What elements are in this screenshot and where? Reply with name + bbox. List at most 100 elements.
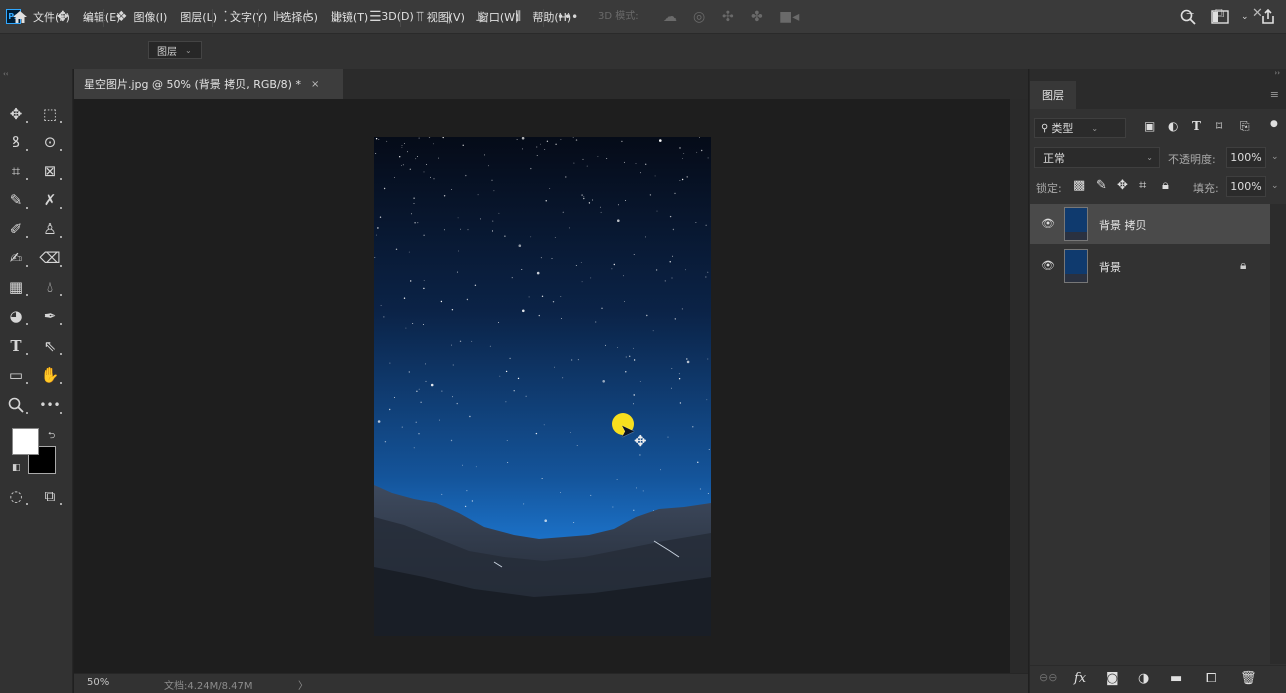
fill-field[interactable]: 100% — [1226, 176, 1266, 197]
align-hcenter-icon[interactable]: ⫩ — [303, 8, 311, 26]
auto-select-dropdown[interactable]: 图层 ⌄ — [148, 41, 202, 59]
panel-menu-icon[interactable]: ≡ — [1270, 88, 1279, 101]
quick-selection-icon[interactable]: ⊙ — [38, 131, 62, 153]
eyedropper-icon[interactable]: ✎ — [4, 189, 28, 211]
filter-toggle-icon[interactable]: ● — [1270, 119, 1278, 129]
star — [560, 139, 562, 141]
menu-type[interactable]: 文字(Y) — [230, 9, 267, 25]
filter-type-icon[interactable]: T — [1192, 119, 1201, 133]
search-icon[interactable] — [1180, 8, 1196, 26]
crop-icon[interactable]: ⌗ — [4, 160, 28, 182]
starry-sky-image[interactable] — [374, 137, 711, 636]
swap-colors-icon[interactable]: ⮌ — [48, 428, 55, 444]
menu-select[interactable]: 选择(S) — [280, 9, 318, 25]
layer-row[interactable]: 👁︎ 背景 🔒︎ — [1030, 246, 1270, 286]
close-tab-icon[interactable]: × — [311, 79, 319, 90]
gradient-icon[interactable]: ▦ — [4, 276, 28, 298]
foreground-color-swatch[interactable] — [12, 428, 39, 455]
chevron-down-icon[interactable]: ⌄ — [1271, 181, 1279, 191]
document-tab[interactable]: 星空图片.jpg @ 50% (背景 拷贝, RGB/8) * × — [74, 69, 343, 99]
auto-select-icon[interactable]: ❖ — [115, 8, 128, 26]
star — [389, 362, 391, 364]
distribute-vertical-icon[interactable]: ⦀ — [515, 8, 521, 26]
star — [415, 421, 417, 423]
add-mask-icon[interactable]: ◙ — [1106, 671, 1119, 686]
home-icon[interactable] — [12, 8, 28, 26]
zoom-level[interactable]: 50% — [87, 677, 109, 688]
tab-layers[interactable]: 图层 — [1030, 81, 1076, 109]
transform-controls-icon[interactable]: ⸬ — [224, 8, 236, 26]
expand-panel-icon[interactable]: ›› — [1274, 69, 1280, 77]
layer-row[interactable]: 👁︎ 背景 拷贝 — [1030, 204, 1270, 244]
lock-all-icon[interactable]: 🔒︎ — [1162, 178, 1169, 193]
new-layer-icon[interactable]: ⧠ — [1206, 671, 1216, 686]
menu-image[interactable]: 图像(I) — [133, 9, 167, 25]
lock-artboard-icon[interactable]: ⌗ — [1139, 178, 1146, 193]
history-brush-icon[interactable]: ✍ — [4, 247, 28, 269]
workspace-icon[interactable] — [1211, 8, 1229, 26]
distribute-icon[interactable]: ☰ — [369, 8, 382, 26]
align-right-icon[interactable]: ⊪ — [331, 8, 343, 26]
clone-stamp-icon[interactable]: ♙ — [38, 218, 62, 240]
screen-mode-icon[interactable]: ⧉ — [38, 485, 62, 507]
dodge-icon[interactable]: ◕ — [4, 305, 28, 327]
star — [672, 228, 675, 231]
visibility-eye-icon[interactable]: 👁︎ — [1041, 259, 1055, 272]
filter-shape-icon[interactable]: ⌑ — [1216, 119, 1222, 133]
link-layers-icon[interactable]: ⊖⊖ — [1039, 671, 1057, 684]
pen-icon[interactable]: ✒ — [38, 305, 62, 327]
trash-icon[interactable]: 🗑︎ — [1240, 671, 1257, 686]
move-tool-icon[interactable]: ✥ — [57, 8, 69, 26]
status-arrow-icon[interactable]: 〉 — [298, 677, 308, 692]
adjustment-layer-icon[interactable]: ◑ — [1138, 671, 1149, 686]
rectangular-marquee-icon[interactable]: ⬚ — [38, 103, 62, 125]
star — [393, 397, 395, 398]
align-top-icon[interactable]: ⫪ — [416, 8, 424, 26]
zoom-icon[interactable] — [4, 394, 28, 416]
healing-brush-icon[interactable]: ✗ — [38, 189, 62, 211]
share-icon[interactable] — [1260, 8, 1276, 26]
blur-icon[interactable]: 💧︎ — [38, 276, 62, 298]
move-tool-icon[interactable]: ✥ — [4, 103, 28, 125]
visibility-eye-icon[interactable]: 👁︎ — [1041, 217, 1055, 230]
align-vcenter-icon[interactable]: ⫲ — [446, 8, 451, 26]
star — [479, 218, 481, 220]
chevron-down-icon: ⌄ — [1146, 153, 1153, 162]
chevron-down-icon[interactable]: ⌄ — [1271, 152, 1279, 162]
blend-mode-dropdown[interactable]: 正常 ⌄ — [1034, 147, 1160, 168]
quick-mask-icon[interactable]: ◌ — [4, 485, 28, 507]
chevron-down-icon[interactable]: ⌄ — [83, 8, 91, 26]
frame-icon[interactable]: ⊠ — [38, 160, 62, 182]
menu-3d[interactable]: 3D(D) — [381, 10, 414, 23]
type-tool-icon[interactable]: T — [4, 335, 28, 357]
lock-position-icon[interactable]: ✥ — [1117, 178, 1128, 193]
lasso-icon[interactable]: ꝸ — [4, 131, 28, 153]
collapse-icon[interactable]: ‹‹ — [3, 70, 9, 78]
eraser-icon[interactable]: ⌫ — [38, 247, 62, 269]
star — [562, 377, 564, 379]
chevron-down-icon[interactable]: ⌄ — [1241, 8, 1249, 26]
filter-smart-object-icon[interactable]: ⎘ — [1240, 119, 1250, 134]
lock-image-icon[interactable]: ✎ — [1096, 178, 1107, 193]
opacity-field[interactable]: 100% — [1226, 147, 1266, 168]
filter-pixel-icon[interactable]: ▣ — [1144, 119, 1155, 133]
more-options-icon[interactable]: ••• — [557, 8, 578, 26]
hand-icon[interactable]: ✋ — [38, 364, 62, 386]
lock-transparent-icon[interactable]: ▩ — [1073, 178, 1085, 193]
edit-toolbar-icon[interactable]: ••• — [38, 394, 62, 416]
align-left-icon[interactable]: ⊫ — [273, 8, 285, 26]
menu-window[interactable]: 窗口(W) — [478, 9, 519, 25]
new-group-icon[interactable]: ▬ — [1170, 671, 1182, 686]
path-selection-icon[interactable]: ⇖ — [38, 335, 62, 357]
layer-name[interactable]: 背景 拷贝 — [1099, 217, 1147, 233]
layer-name[interactable]: 背景 — [1099, 259, 1121, 275]
layers-scrollbar[interactable] — [1270, 204, 1286, 664]
brush-icon[interactable]: ✐ — [4, 218, 28, 240]
filter-adjustment-icon[interactable]: ◐ — [1168, 119, 1178, 133]
canvas-scrollbar[interactable] — [1010, 99, 1028, 673]
align-bottom-icon[interactable]: ⫫ — [476, 8, 484, 26]
layer-filter-dropdown[interactable]: ⚲ 类型 ⌄ — [1034, 118, 1126, 138]
fx-icon[interactable]: fx — [1074, 671, 1086, 686]
default-colors-icon[interactable]: ◧ — [12, 463, 21, 473]
rectangle-tool-icon[interactable]: ▭ — [4, 364, 28, 386]
